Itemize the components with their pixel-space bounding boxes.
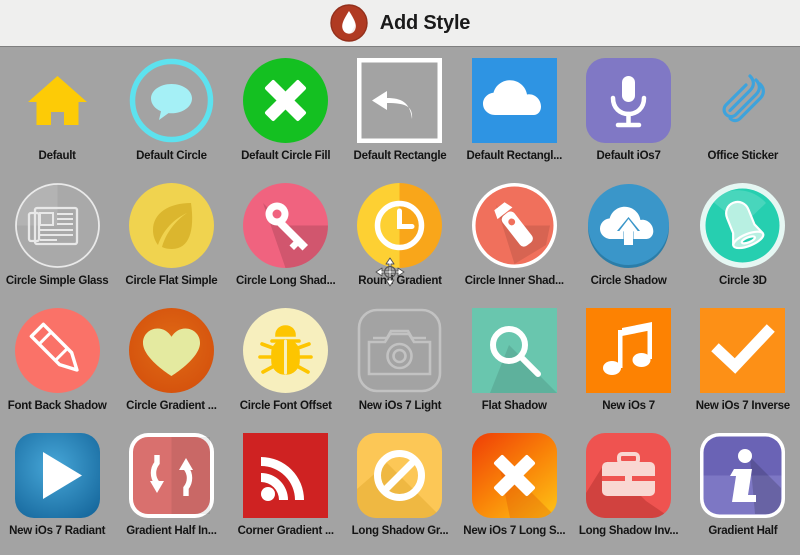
style-item[interactable]: Default Rectangle: [343, 53, 457, 178]
style-item[interactable]: Circle Font Offset: [229, 303, 343, 428]
style-item-label: Circle Shadow: [590, 275, 667, 287]
info-icon[interactable]: [700, 433, 786, 518]
style-item-label: Circle Long Shad...: [236, 275, 336, 287]
pencil-icon[interactable]: [14, 308, 100, 393]
style-item-label: New iOs 7 Long S...: [463, 525, 566, 537]
play-icon[interactable]: [14, 433, 100, 518]
check-icon[interactable]: [700, 308, 786, 393]
style-item[interactable]: Round Gradient: [343, 178, 457, 303]
music-icon[interactable]: [586, 308, 672, 393]
reply-arrow-icon[interactable]: [357, 58, 443, 143]
style-item-label: Circle Simple Glass: [5, 275, 109, 287]
style-item[interactable]: New iOs 7 Long S...: [457, 428, 571, 553]
key-icon[interactable]: [243, 183, 329, 268]
style-item[interactable]: Gradient Half: [686, 428, 800, 553]
times-icon[interactable]: [471, 433, 557, 518]
style-item-label: Circle Inner Shad...: [464, 275, 564, 287]
style-item-label: Circle 3D: [719, 275, 767, 287]
style-item-label: New iOs 7 Light: [358, 400, 442, 412]
style-item-label: Gradient Half In...: [126, 525, 217, 537]
ban-icon[interactable]: [357, 433, 443, 518]
briefcase-icon[interactable]: [586, 433, 672, 518]
clock-icon[interactable]: [357, 183, 443, 268]
style-item[interactable]: Font Back Shadow: [0, 303, 114, 428]
style-item-label: Default Circle Fill: [241, 150, 331, 162]
style-item[interactable]: Default Circle: [114, 53, 228, 178]
style-item[interactable]: Circle Long Shad...: [229, 178, 343, 303]
droplet-icon: [330, 4, 368, 42]
style-item[interactable]: Gradient Half In...: [114, 428, 228, 553]
style-item[interactable]: New iOs 7: [571, 303, 685, 428]
flashlight-icon[interactable]: [471, 183, 557, 268]
camera-icon[interactable]: [357, 308, 442, 393]
style-item[interactable]: Default iOs7: [571, 53, 685, 178]
bell-icon[interactable]: [700, 183, 786, 268]
times-icon[interactable]: [243, 58, 329, 143]
style-item[interactable]: Corner Gradient ...: [229, 428, 343, 553]
comment-icon[interactable]: [129, 58, 214, 143]
style-item-label: Gradient Half: [708, 525, 778, 537]
bug-icon[interactable]: [243, 308, 329, 393]
style-item[interactable]: Circle Simple Glass: [0, 178, 114, 303]
style-item-label: Default: [38, 150, 76, 162]
refresh-icon[interactable]: [128, 433, 214, 518]
style-item[interactable]: New iOs 7 Inverse: [686, 303, 800, 428]
style-item-label: Round Gradient: [358, 275, 442, 287]
style-item-label: Circle Gradient ...: [126, 400, 217, 412]
style-item[interactable]: Circle Gradient ...: [114, 303, 228, 428]
style-item-label: Circle Font Offset: [239, 400, 332, 412]
style-item[interactable]: Default Circle Fill: [229, 53, 343, 178]
style-item[interactable]: Circle Flat Simple: [114, 178, 228, 303]
page-title: Add Style: [379, 11, 471, 34]
style-item-label: Corner Gradient ...: [237, 525, 334, 537]
home-icon[interactable]: [15, 58, 100, 143]
style-item-label: Long Shadow Inv...: [578, 525, 679, 537]
style-item-label: Long Shadow Gr...: [351, 525, 449, 537]
style-item-label: Default Circle: [136, 150, 207, 162]
microphone-icon[interactable]: [586, 58, 672, 143]
style-item-label: Default Rectangle: [353, 150, 447, 162]
paperclip-icon[interactable]: [700, 58, 785, 143]
cloud-upload-icon[interactable]: [586, 183, 671, 268]
style-item[interactable]: Default Rectangl...: [457, 53, 571, 178]
style-item[interactable]: Long Shadow Inv...: [571, 428, 685, 553]
style-grid: Default Default Circle Default Circle Fill…: [0, 47, 800, 555]
style-item[interactable]: Default: [0, 53, 114, 178]
style-item[interactable]: Long Shadow Gr...: [343, 428, 457, 553]
style-item-label: New iOs 7 Radiant: [9, 525, 106, 537]
style-item[interactable]: Circle 3D: [686, 178, 800, 303]
cloud-icon[interactable]: [471, 58, 557, 143]
style-item[interactable]: Circle Shadow: [571, 178, 685, 303]
style-item[interactable]: Circle Inner Shad...: [457, 178, 571, 303]
style-item-label: New iOs 7 Inverse: [695, 400, 790, 412]
style-item-label: New iOs 7: [602, 400, 655, 412]
leaf-icon[interactable]: [128, 183, 214, 268]
style-item-label: Circle Flat Simple: [125, 275, 218, 287]
style-item[interactable]: Office Sticker: [686, 53, 800, 178]
style-item[interactable]: Flat Shadow: [457, 303, 571, 428]
newspaper-icon[interactable]: [14, 183, 100, 268]
style-item-label: Default iOs7: [596, 150, 661, 162]
search-icon[interactable]: [471, 308, 557, 393]
style-item-label: Font Back Shadow: [7, 400, 107, 412]
style-item[interactable]: New iOs 7 Radiant: [0, 428, 114, 553]
style-item-label: Default Rectangl...: [466, 150, 563, 162]
app-header: Add Style: [0, 0, 800, 47]
rss-icon[interactable]: [243, 433, 329, 518]
style-item-label: Flat Shadow: [481, 400, 547, 412]
heart-icon[interactable]: [128, 308, 214, 393]
style-item[interactable]: New iOs 7 Light: [343, 303, 457, 428]
style-item-label: Office Sticker: [707, 150, 779, 162]
